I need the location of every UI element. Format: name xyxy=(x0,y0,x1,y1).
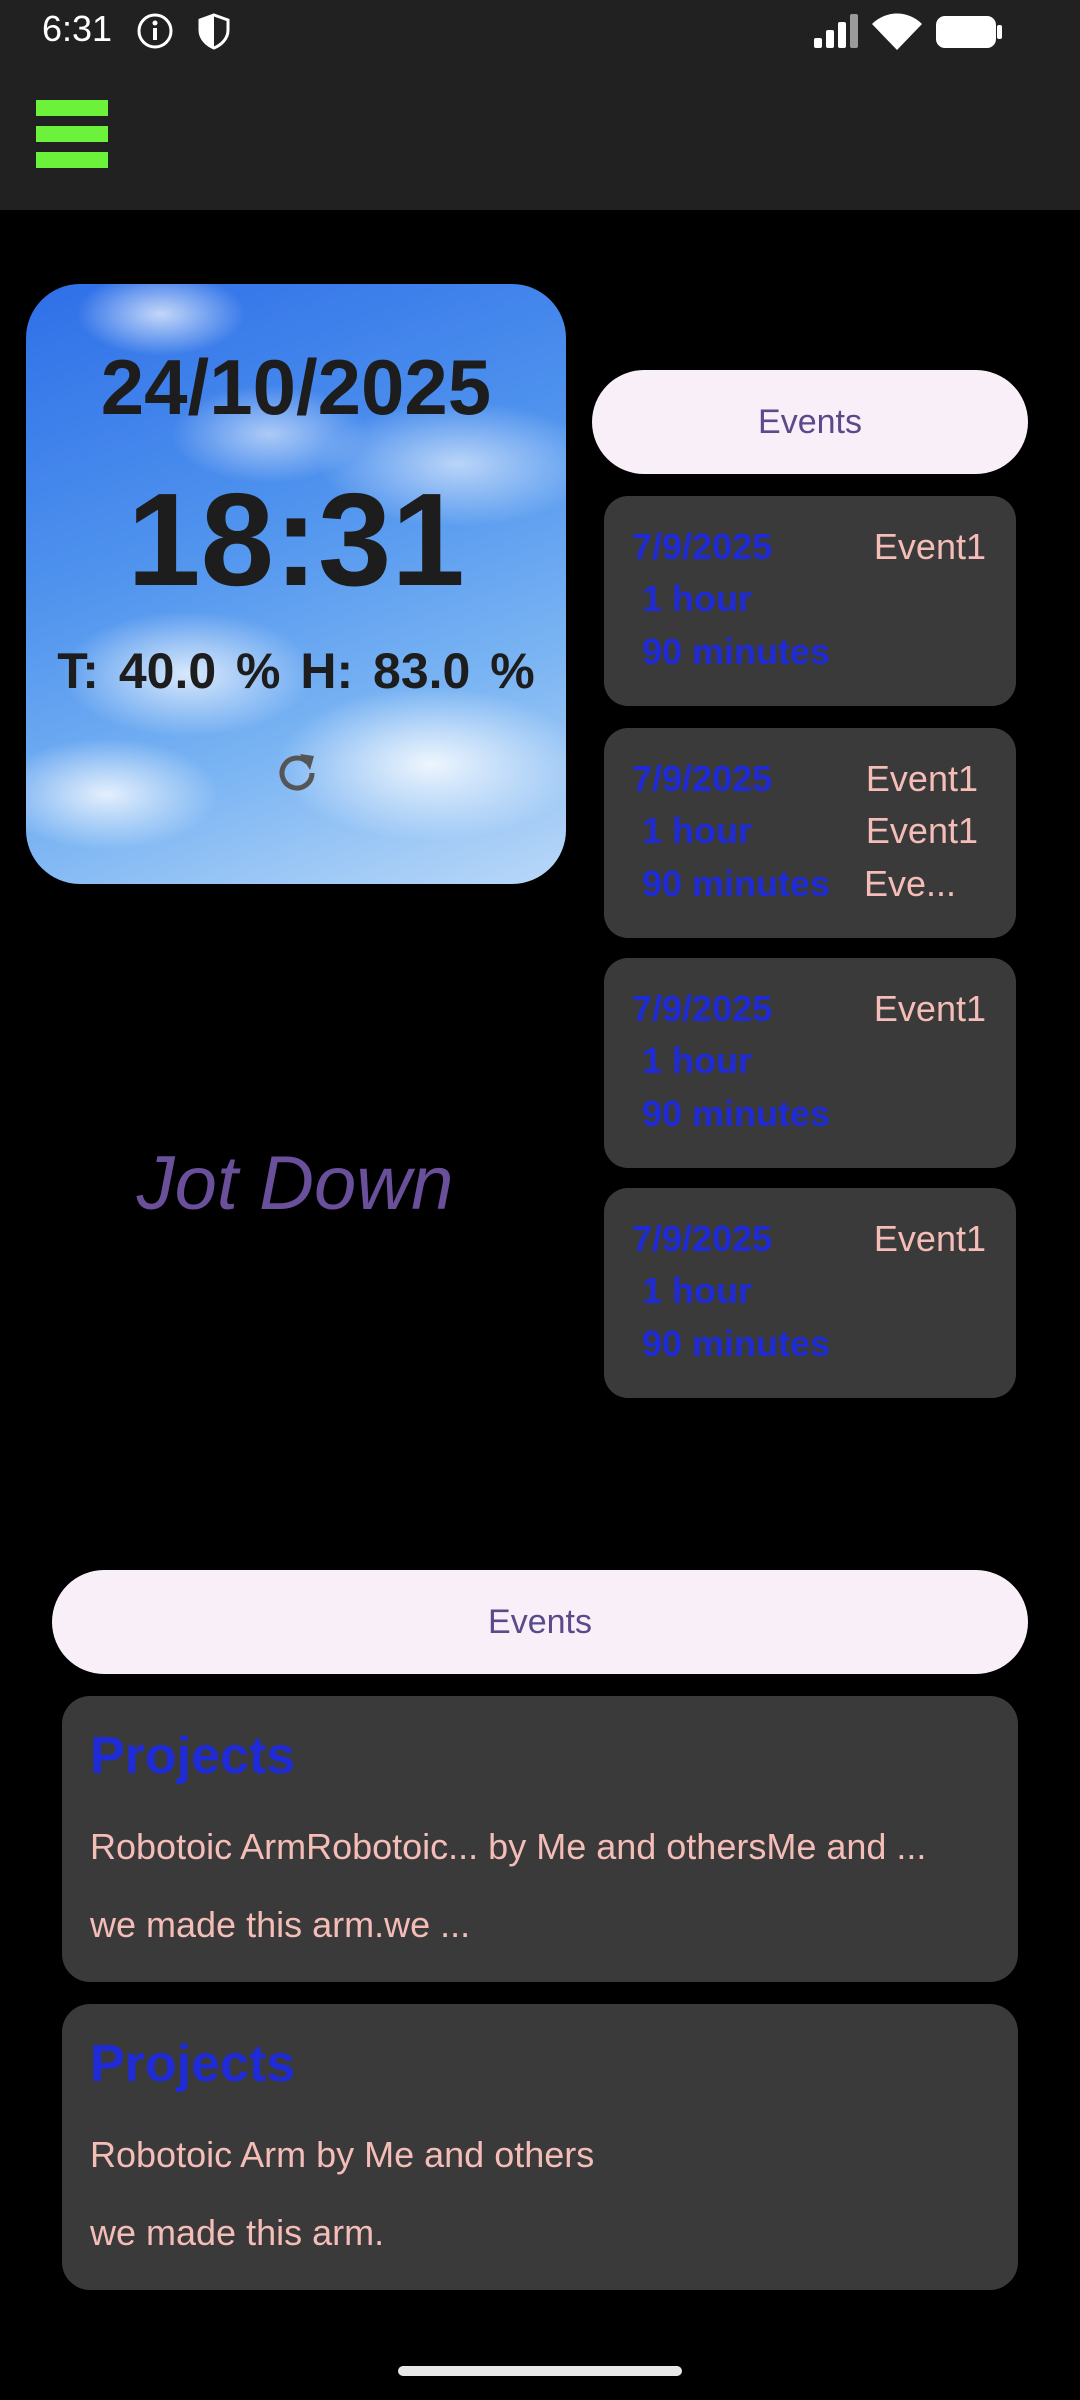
temperature-humidity: T: 40.0 % H: 83.0 % xyxy=(57,643,535,699)
project-title: Projects xyxy=(90,1727,296,1785)
event-date: 7/9/2025 xyxy=(632,526,773,567)
event-name: Event1 xyxy=(873,988,986,1029)
event-name: Event1 xyxy=(865,810,978,851)
signal-icon xyxy=(814,14,858,48)
project-card[interactable]: Projects Robotoic ArmRobotoic... by Me a… xyxy=(62,1696,1018,1982)
weather-time: 18:31 xyxy=(127,466,465,613)
project-description: we made this arm. xyxy=(90,2212,385,2253)
refresh-icon[interactable] xyxy=(270,746,324,800)
event-name: Eve... xyxy=(863,863,956,904)
jot-down-label[interactable]: Jot Down xyxy=(60,1140,530,1227)
event-card[interactable]: 7/9/2025 1 hour 90 minutes Event1 xyxy=(604,496,1016,706)
project-card[interactable]: Projects Robotoic Arm by Me and others w… xyxy=(62,2004,1018,2290)
event-card[interactable]: 7/9/2025 1 hour 90 minutes Event1 xyxy=(604,1188,1016,1398)
status-bar: 6:31 xyxy=(0,0,1080,62)
events-button[interactable]: Events xyxy=(592,370,1028,474)
weather-card: 24/10/2025 18:31 T: 40.0 % H: 83.0 % xyxy=(26,284,566,884)
shield-icon xyxy=(198,13,230,50)
app-bar xyxy=(0,62,1080,210)
event-date: 7/9/2025 xyxy=(632,1218,773,1259)
info-icon xyxy=(137,13,173,49)
event-card[interactable]: 7/9/2025 1 hour 90 minutes Event1 xyxy=(604,958,1016,1168)
event-duration: 90 minutes xyxy=(642,1323,831,1364)
project-description: we made this arm.we ... xyxy=(90,1904,471,1945)
project-summary: Robotoic ArmRobotoic... by Me and others… xyxy=(90,1826,927,1867)
event-date: 7/9/2025 xyxy=(632,988,773,1029)
event-duration: 1 hour xyxy=(642,578,753,619)
events-button-bottom[interactable]: Events xyxy=(52,1570,1028,1674)
event-duration: 90 minutes xyxy=(642,631,831,672)
event-name: Event1 xyxy=(873,1218,986,1259)
wifi-icon xyxy=(872,13,922,50)
event-name: Event1 xyxy=(873,526,986,567)
weather-date: 24/10/2025 xyxy=(100,343,492,431)
event-duration: 90 minutes xyxy=(642,863,831,904)
project-title: Projects xyxy=(90,2035,296,2093)
event-duration: 1 hour xyxy=(642,1040,753,1081)
event-date: 7/9/2025 xyxy=(632,758,773,799)
project-summary: Robotoic Arm by Me and others xyxy=(90,2134,595,2175)
event-duration: 1 hour xyxy=(642,810,753,851)
event-duration: 1 hour xyxy=(642,1270,753,1311)
battery-icon xyxy=(936,16,1002,48)
home-indicator[interactable] xyxy=(398,2366,682,2376)
event-card[interactable]: 7/9/2025 1 hour 90 minutes Event1 Event1… xyxy=(604,728,1016,938)
event-name: Event1 xyxy=(865,758,978,799)
hamburger-menu-icon[interactable] xyxy=(36,100,108,168)
status-time: 6:31 xyxy=(42,8,113,49)
event-duration: 90 minutes xyxy=(642,1093,831,1134)
